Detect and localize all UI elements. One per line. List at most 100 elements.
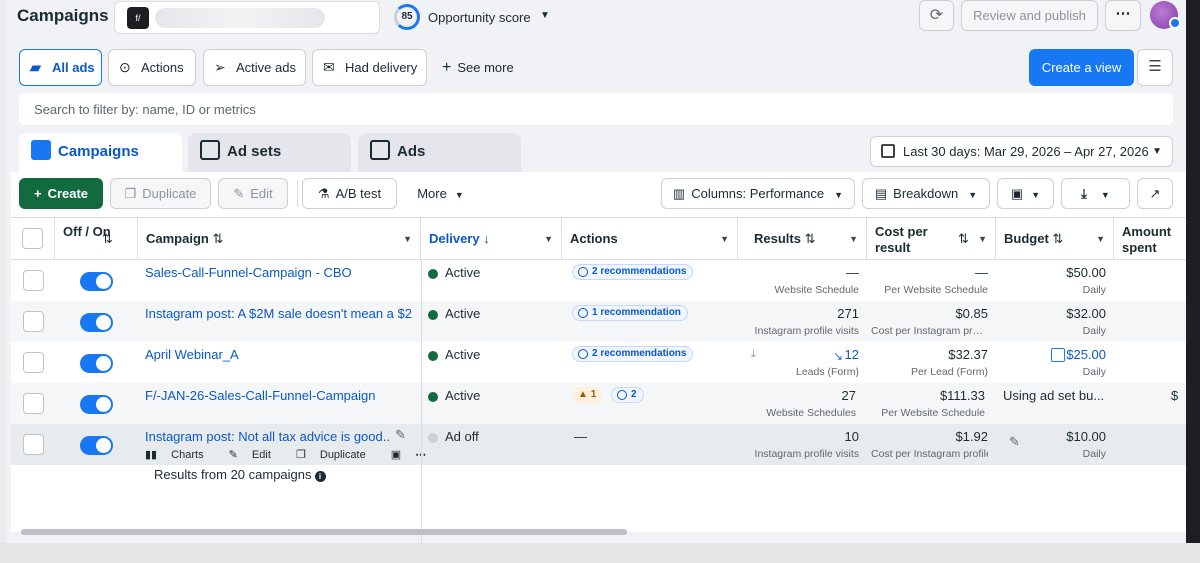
recommendations-badge[interactable]: 2 recommendations (572, 346, 694, 362)
opportunity-score-label[interactable]: Opportunity score (428, 10, 531, 25)
ab-test-button[interactable]: ⚗ A/B test (302, 178, 397, 209)
search-input[interactable] (19, 93, 1173, 125)
header-cost-per-result[interactable]: Cost per result ⇅ ▼ (867, 218, 996, 260)
recommendations-badge[interactable]: 2 recommendations (572, 264, 694, 280)
results-value[interactable]: 12 (811, 347, 859, 362)
row-checkbox[interactable] (23, 352, 44, 373)
row-checkbox[interactable] (23, 311, 44, 332)
row-checkbox[interactable] (23, 270, 44, 291)
duplicate-button[interactable]: ❐ Duplicate (110, 178, 211, 209)
sort-icon: ⇅ (102, 231, 113, 246)
calendar-icon (881, 144, 895, 158)
row-duplicate-link[interactable]: ❐ Duplicate (296, 449, 377, 461)
chevron-down-icon: ▼ (968, 190, 978, 200)
header-amount-spent[interactable]: Amount spent (1114, 218, 1186, 260)
export-dropdown[interactable]: ⤓ ▼ (1061, 178, 1130, 209)
filter-actions[interactable]: ⊙ Actions (108, 49, 196, 86)
filter-all-ads[interactable]: ▰ All ads (19, 49, 102, 86)
table-row[interactable]: Sales-Call-Funnel-Campaign - CBO Active … (11, 260, 1186, 301)
breakdown-dropdown[interactable]: ▤ Breakdown ▼ (862, 178, 990, 209)
campaign-name-link[interactable]: Sales-Call-Funnel-Campaign - CBO (145, 265, 413, 280)
account-selector[interactable]: f/ (114, 1, 380, 34)
results-summary: Results from 20 campaigns i (154, 467, 326, 482)
table-row[interactable]: Instagram post: A $2M sale doesn't mean … (11, 301, 1186, 342)
pencil-icon: ✎ (228, 449, 241, 461)
campaign-toggle[interactable] (80, 395, 113, 414)
tab-ad-sets[interactable]: Ad sets (188, 133, 351, 173)
header-actions[interactable]: Actions ▼ (562, 218, 738, 260)
campaign-toggle[interactable] (80, 436, 113, 455)
view-settings-button[interactable]: ☰ (1137, 49, 1173, 86)
status-dot (428, 351, 438, 361)
budget-value: $32.00 (1066, 306, 1106, 321)
row-checkbox[interactable] (23, 434, 44, 455)
sort-down-icon: ↓ (483, 231, 490, 246)
date-range-picker[interactable]: Last 30 days: Mar 29, 2026 – Apr 27, 202… (870, 136, 1173, 167)
header-campaign[interactable]: Campaign ⇅ ▼ (138, 218, 421, 260)
row-charts-link[interactable]: ▮▮ Charts (145, 449, 215, 461)
create-button[interactable]: + Create (19, 178, 103, 209)
filter-had-delivery[interactable]: ✉ Had delivery (312, 49, 427, 86)
results-value: 271 (837, 306, 859, 321)
preview-icon[interactable]: ▣ (391, 449, 401, 461)
campaign-name-link[interactable]: F/-JAN-26-Sales-Call-Funnel-Campaign (145, 388, 413, 403)
results-label: Website Schedules (766, 407, 856, 419)
window-edge (1186, 0, 1200, 543)
opportunity-score-badge[interactable]: 85 (394, 4, 420, 30)
budget-value[interactable]: $25.00 (1021, 347, 1106, 362)
chevron-down-icon[interactable]: ▼ (540, 10, 550, 21)
tab-ads[interactable]: Ads (358, 133, 521, 173)
recommendations-badge[interactable]: 1 recommendation (572, 305, 688, 321)
square-icon (370, 140, 390, 160)
download-icon[interactable]: ⤓ (751, 348, 756, 361)
recommendations-badge[interactable]: 2 (611, 387, 644, 403)
filter-active-ads[interactable]: ➢ Active ads (203, 49, 306, 86)
columns-dropdown[interactable]: ▥ Columns: Performance ▼ (661, 178, 855, 209)
header-budget[interactable]: Budget ⇅ ▼ (996, 218, 1114, 260)
campaign-name-link[interactable]: Instagram post: Not all tax advice is go… (145, 429, 390, 444)
charts-button[interactable]: ↗ (1137, 178, 1173, 209)
horizontal-scrollbar[interactable] (21, 529, 627, 535)
select-all-checkbox[interactable] (22, 228, 43, 249)
cost-value: $0.85 (955, 306, 988, 321)
chevron-down-icon: ▼ (978, 234, 987, 244)
campaign-toggle[interactable] (80, 354, 113, 373)
top-bar: Campaigns f/ 85 Opportunity score ▼ ⟳ Re… (6, 0, 1186, 42)
more-options-button[interactable]: ⋯ (1105, 0, 1141, 31)
warning-badge[interactable]: ▲ 1 (572, 387, 603, 403)
table-row[interactable]: April Webinar_A Active 2 recommendations… (11, 342, 1186, 383)
more-button[interactable]: More ▼ (404, 178, 477, 209)
info-icon[interactable]: i (314, 471, 326, 482)
create-view-button[interactable]: Create a view (1029, 49, 1134, 86)
chevron-down-icon: ▼ (544, 234, 553, 244)
reports-dropdown[interactable]: ▣ ▼ (997, 178, 1054, 209)
header-off-on[interactable]: Off / On ⇅ (55, 218, 138, 260)
edit-button[interactable]: ✎ Edit (218, 178, 288, 209)
delivery-status: Active (445, 306, 481, 321)
chevron-down-icon: ▼ (454, 190, 464, 200)
status-dot (428, 269, 438, 279)
header-results[interactable]: Results ⇅ ▼ (738, 218, 867, 260)
table-row[interactable]: Instagram post: Not all tax advice is go… (11, 424, 1186, 465)
campaign-toggle[interactable] (80, 272, 113, 291)
tab-campaigns[interactable]: Campaigns (19, 133, 182, 173)
table-header: Off / On ⇅ Campaign ⇅ ▼ Delivery ↓ ▼ Act… (11, 217, 1186, 260)
refresh-button[interactable]: ⟳ (919, 0, 954, 31)
campaign-name-link[interactable]: April Webinar_A (145, 347, 413, 362)
row-checkbox[interactable] (23, 393, 44, 414)
header-delivery[interactable]: Delivery ↓ ▼ (421, 218, 562, 260)
pencil-icon[interactable]: ✎ (395, 427, 406, 443)
actions-empty: — (574, 429, 587, 444)
review-publish-button[interactable]: Review and publish (961, 0, 1098, 31)
table-row[interactable]: F/-JAN-26-Sales-Call-Funnel-Campaign Act… (11, 383, 1186, 424)
grid-icon (200, 140, 220, 160)
edit-budget-icon[interactable]: ✎ (1009, 434, 1020, 450)
account-logo: f/ (127, 7, 149, 29)
cost-value: $111.33 (939, 388, 985, 403)
campaign-toggle[interactable] (80, 313, 113, 332)
chart-icon: ↗ (1149, 186, 1161, 201)
campaign-name-link[interactable]: Instagram post: A $2M sale doesn't mean … (145, 306, 413, 321)
see-more-button[interactable]: + See more (442, 59, 514, 77)
folder-icon: ▰ (30, 59, 41, 75)
row-edit-link[interactable]: ✎ Edit (229, 449, 282, 461)
